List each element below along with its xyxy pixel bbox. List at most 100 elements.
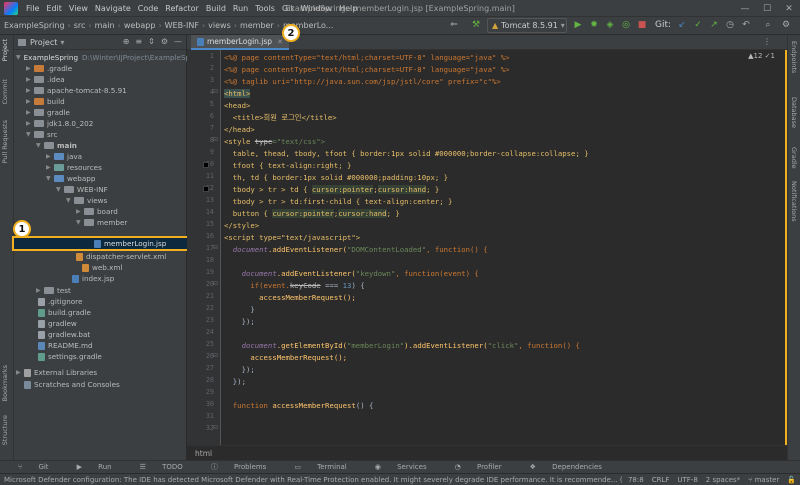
rollback-icon[interactable]: ↶ <box>740 19 752 31</box>
tree-row[interactable]: ▼ src <box>14 129 187 140</box>
run-config-select[interactable]: ▲ Tomcat 8.5.91 ▾ <box>487 18 567 33</box>
hide-icon[interactable]: — <box>174 37 182 46</box>
maximize-icon[interactable]: ☐ <box>756 0 778 17</box>
file-encoding[interactable]: UTF-8 <box>677 476 697 484</box>
tree-row[interactable]: ▶ java <box>14 151 187 162</box>
breadcrumb-item[interactable]: webapp <box>124 21 156 30</box>
chevron-right-icon[interactable]: ▶ <box>26 109 34 116</box>
editor-tab-memberlogin[interactable]: memberLogin.jsp ✕ <box>191 35 289 50</box>
tree-row[interactable]: ▶ resources <box>14 162 187 173</box>
tree-row[interactable]: index.jsp <box>14 273 187 284</box>
tree-row[interactable]: README.md <box>14 340 187 351</box>
chevron-right-icon[interactable]: ▶ <box>46 164 54 171</box>
project-panel-title[interactable]: Project <box>30 38 57 47</box>
collapse-all-icon[interactable]: ≡ <box>135 37 142 46</box>
tool-pull-requests[interactable]: Pull Requests <box>1 120 9 163</box>
tool-notifications[interactable]: Notifications <box>790 181 798 222</box>
menu-file[interactable]: File <box>26 4 39 13</box>
menu-build[interactable]: Build <box>206 4 226 13</box>
hammer-icon[interactable]: ⚒ <box>470 19 482 31</box>
chevron-right-icon[interactable]: ▶ <box>26 76 34 83</box>
close-icon[interactable]: ✕ <box>778 0 800 17</box>
chevron-right-icon[interactable]: ▶ <box>26 120 34 127</box>
code-area[interactable]: <%@ page contentType="text/html;charset=… <box>224 50 774 445</box>
settings-gear-icon[interactable]: ⚙ <box>780 19 792 31</box>
debug-icon[interactable]: ✹ <box>588 19 600 31</box>
chevron-down-icon[interactable]: ▼ <box>76 219 84 226</box>
history-icon[interactable]: ◷ <box>724 19 736 31</box>
minimize-icon[interactable]: — <box>734 0 756 17</box>
tool-dependencies[interactable]: ❖ Dependencies <box>530 463 616 471</box>
menu-refactor[interactable]: Refactor <box>165 4 199 13</box>
menu-tools[interactable]: Tools <box>255 4 275 13</box>
git-branch[interactable]: ⑂ master <box>748 476 779 484</box>
tree-row[interactable]: ▶ jdk1.8.0_202 <box>14 118 187 129</box>
tree-row[interactable]: settings.gradle <box>14 351 187 362</box>
tree-row-selected[interactable]: memberLogin.jsp <box>12 236 189 251</box>
chevron-right-icon[interactable]: ▶ <box>36 287 44 294</box>
git-push-icon[interactable]: ↗ <box>708 19 720 31</box>
tool-project[interactable]: Project <box>1 39 9 61</box>
more-tabs-icon[interactable]: ⋮ <box>763 37 771 46</box>
tree-row[interactable]: gradlew.bat <box>14 329 187 340</box>
tree-row[interactable]: ▼ views <box>14 195 187 206</box>
menu-window[interactable]: Window <box>301 4 333 13</box>
coverage-icon[interactable]: ◈ <box>604 19 616 31</box>
tool-services[interactable]: ◉ Services <box>375 463 441 471</box>
tree-row[interactable]: ▶ External Libraries <box>14 367 187 378</box>
tool-run[interactable]: ▶ Run <box>77 463 126 471</box>
chevron-down-icon[interactable]: ▼ <box>46 175 54 182</box>
fold-marker-icon[interactable]: ⊟ <box>213 424 218 431</box>
breadcrumb-item[interactable]: main <box>95 21 115 30</box>
tool-structure[interactable]: Structure <box>1 415 9 445</box>
search-icon[interactable]: ⌕ <box>762 19 774 31</box>
tool-database[interactable]: Database <box>790 97 798 128</box>
tool-git[interactable]: ⑂ Git <box>18 463 63 471</box>
chevron-right-icon[interactable]: ▶ <box>76 208 84 215</box>
tool-bookmarks[interactable]: Bookmarks <box>1 365 9 401</box>
fold-marker-icon[interactable]: ⊟ <box>213 280 218 287</box>
chevron-right-icon[interactable]: ▶ <box>26 65 34 72</box>
tree-row[interactable]: dispatcher-servlet.xml <box>14 251 187 262</box>
chevron-down-icon[interactable]: ▼ <box>66 197 74 204</box>
tree-row[interactable]: Scratches and Consoles <box>14 379 187 390</box>
run-icon[interactable]: ▶ <box>572 19 584 31</box>
tree-row[interactable]: ▼ WEB-INF <box>14 184 187 195</box>
tree-row[interactable]: ▶ build <box>14 96 187 107</box>
editor-breadcrumb-item[interactable]: html <box>195 449 212 458</box>
chevron-right-icon[interactable]: ▶ <box>26 98 34 105</box>
indent-setting[interactable]: 2 spaces* <box>706 476 740 484</box>
chevron-right-icon[interactable]: ▶ <box>46 153 54 160</box>
menu-run[interactable]: Run <box>233 4 248 13</box>
tree-row[interactable]: ▶ test <box>14 285 187 296</box>
tree-row[interactable]: ▶ apache-tomcat-8.5.91 <box>14 85 187 96</box>
menu-view[interactable]: View <box>69 4 88 13</box>
back-arrow-icon[interactable]: ⇐ <box>448 19 460 31</box>
tree-row-root[interactable]: ▼ ExampleSpring D:\Winter\IJProject\Exam… <box>14 52 204 63</box>
tool-problems[interactable]: ⓘ Problems <box>211 462 281 472</box>
expand-all-icon[interactable]: ⇕ <box>148 37 155 46</box>
breadcrumb-item[interactable]: ExampleSpring <box>4 21 65 30</box>
tree-row[interactable]: ▶ .gradle <box>14 63 187 74</box>
tree-row[interactable]: web.xml <box>14 262 187 273</box>
tool-endpoints[interactable]: Endpoints <box>790 41 798 73</box>
stop-icon[interactable]: ■ <box>636 19 648 31</box>
chevron-down-icon[interactable]: ▼ <box>16 54 21 61</box>
menu-help[interactable]: Help <box>339 4 357 13</box>
tree-row[interactable]: ▶ .idea <box>14 74 187 85</box>
breadcrumb-item[interactable]: src <box>74 21 86 30</box>
tree-row[interactable]: ▶ board <box>14 206 187 217</box>
chevron-right-icon[interactable]: ▶ <box>26 87 34 94</box>
tree-row[interactable]: build.gradle <box>14 307 187 318</box>
breadcrumb-item[interactable]: WEB-INF <box>165 21 199 30</box>
tree-row[interactable]: ▼ main <box>14 140 187 151</box>
chevron-down-icon[interactable]: ▼ <box>56 186 64 193</box>
tree-row[interactable]: gradlew <box>14 318 187 329</box>
tool-profiler[interactable]: ◔ Profiler <box>455 463 516 471</box>
git-commit-icon[interactable]: ✓ <box>692 19 704 31</box>
chevron-down-icon[interactable]: ▾ <box>60 38 64 47</box>
fold-marker-icon[interactable]: ⊟ <box>213 244 218 251</box>
options-gear-icon[interactable]: ⚙ <box>161 37 168 46</box>
menu-navigate[interactable]: Navigate <box>95 4 131 13</box>
menu-code[interactable]: Code <box>138 4 158 13</box>
